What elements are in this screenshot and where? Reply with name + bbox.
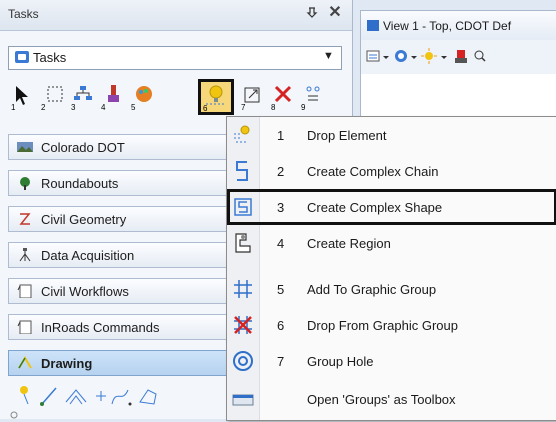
category-drawing[interactable]: Drawing xyxy=(8,350,240,376)
palette-icon[interactable]: 5 xyxy=(130,82,156,112)
view-attributes-icon[interactable] xyxy=(366,50,380,62)
tool-number: 4 xyxy=(101,103,106,112)
close-icon[interactable]: ✕ xyxy=(326,4,344,22)
chevron-down-icon[interactable]: ▼ xyxy=(323,50,334,62)
menu-item-number: 5 xyxy=(277,282,285,297)
task-dropdown-value: Tasks xyxy=(33,50,67,65)
place-point-icon[interactable] xyxy=(96,391,106,401)
menu-item-number: 1 xyxy=(277,128,285,143)
lighting-icon[interactable] xyxy=(421,48,437,64)
category-civil-geometry[interactable]: Civil Geometry xyxy=(8,206,240,232)
chevron-down-icon[interactable] xyxy=(441,56,447,59)
text-icon[interactable]: 9 xyxy=(300,82,326,112)
place-curve-icon[interactable] xyxy=(111,389,132,406)
tool-number: 8 xyxy=(271,103,276,112)
workflow-icon xyxy=(17,284,32,298)
tasks-icon xyxy=(15,51,29,63)
menu-item-label: Create Region xyxy=(307,236,391,251)
tasks-title: Tasks xyxy=(8,7,39,21)
menu-item-label: Group Hole xyxy=(307,354,374,369)
arrow-select-icon[interactable]: 1 xyxy=(10,82,36,112)
delete-x-icon[interactable]: 8 xyxy=(270,82,296,112)
tool-number: 5 xyxy=(131,103,136,112)
menu-item-add-to-graphic-group[interactable]: 5 Add To Graphic Group xyxy=(227,271,556,307)
category-inroads-commands[interactable]: InRoads Commands xyxy=(8,314,240,340)
menu-item-create-complex-shape[interactable]: 3 Create Complex Shape xyxy=(227,189,556,225)
drop-graphic-group-icon xyxy=(234,316,252,334)
place-arc-icon[interactable] xyxy=(65,389,87,405)
menu-item-number: 3 xyxy=(277,200,285,215)
view-window-icon xyxy=(367,20,379,31)
category-label: InRoads Commands xyxy=(41,320,160,335)
drawing-icon xyxy=(18,356,32,369)
menu-item-number: 6 xyxy=(277,318,285,333)
geometry-icon xyxy=(19,213,31,225)
tool-number: 6 xyxy=(203,104,208,112)
tool-number: 3 xyxy=(71,103,76,112)
menu-item-label: Add To Graphic Group xyxy=(307,282,437,297)
tool-number: 2 xyxy=(41,103,46,112)
place-smartline-icon[interactable] xyxy=(20,386,29,405)
menu-item-label: Drop From Graphic Group xyxy=(307,318,458,333)
fence-icon[interactable]: 2 xyxy=(40,82,66,112)
complex-shape-icon xyxy=(234,198,252,216)
menu-item-number: 4 xyxy=(277,236,285,251)
paintbrush-icon[interactable]: 4 xyxy=(100,82,126,112)
place-line-icon[interactable] xyxy=(40,387,57,406)
category-colorado-dot[interactable]: Colorado DOT xyxy=(8,134,240,160)
menu-item-number: 7 xyxy=(277,354,285,369)
menu-item-drop-from-graphic-group[interactable]: 6 Drop From Graphic Group xyxy=(227,307,556,343)
toolbox-icon xyxy=(232,394,254,406)
display-style-icon[interactable] xyxy=(395,50,407,62)
drawing-tools-row xyxy=(8,382,240,419)
category-label: Civil Workflows xyxy=(41,284,129,299)
category-label: Data Acquisition xyxy=(41,248,135,263)
graphic-group-icon xyxy=(234,280,252,298)
zoom-in-icon[interactable] xyxy=(474,50,486,62)
tool-number: 7 xyxy=(241,103,246,112)
menu-item-group-hole[interactable]: 7 Group Hole xyxy=(227,343,556,379)
view-title: View 1 - Top, CDOT Def xyxy=(383,19,512,33)
menu-item-label: Create Complex Chain xyxy=(307,164,439,179)
category-label: Drawing xyxy=(41,356,93,371)
category-civil-workflows[interactable]: Civil Workflows xyxy=(8,278,240,304)
pin-icon[interactable] xyxy=(304,6,320,22)
menu-item-label: Open 'Groups' as Toolbox xyxy=(307,392,456,407)
category-roundabouts[interactable]: Roundabouts xyxy=(8,170,240,196)
menu-item-drop-element[interactable]: 1 Drop Element xyxy=(227,117,556,153)
menu-item-label: Create Complex Shape xyxy=(307,200,443,215)
menu-item-create-complex-chain[interactable]: 2 Create Complex Chain xyxy=(227,153,556,189)
view-toolbar xyxy=(360,40,556,75)
group-hole-icon xyxy=(233,351,253,371)
tool-number: 9 xyxy=(301,103,306,112)
menu-item-create-region[interactable]: 4 Create Region xyxy=(227,225,556,261)
tool-number: 1 xyxy=(11,103,16,112)
view-tab[interactable]: View 1 - Top, CDOT Def xyxy=(360,10,556,42)
survey-icon xyxy=(19,248,31,262)
menu-item-number: 2 xyxy=(277,164,285,179)
roundabout-icon xyxy=(20,177,30,190)
menu-item-open-groups-toolbox[interactable]: Open 'Groups' as Toolbox xyxy=(227,381,556,417)
chevron-down-icon[interactable] xyxy=(383,56,389,59)
colorado-dot-icon xyxy=(17,142,33,152)
place-shape-icon[interactable] xyxy=(139,389,157,405)
menu-item-label: Drop Element xyxy=(307,128,387,143)
region-icon xyxy=(235,233,251,253)
complex-chain-icon xyxy=(236,161,248,181)
tasks-titlebar: Tasks ✕ xyxy=(0,0,352,31)
category-label: Civil Geometry xyxy=(41,212,127,227)
task-dropdown[interactable]: Tasks ▼ xyxy=(8,46,342,70)
category-label: Colorado DOT xyxy=(41,140,125,155)
inroads-icon xyxy=(17,320,32,334)
drop-element-tool-button[interactable]: 6 xyxy=(198,79,234,115)
chevron-down-icon[interactable] xyxy=(411,56,417,59)
drop-element-popup-menu: 1 Drop Element 2 Create Complex Chain 3 … xyxy=(226,116,556,421)
category-label: Roundabouts xyxy=(41,176,119,191)
scale-icon[interactable]: 7 xyxy=(240,82,266,112)
print-icon[interactable] xyxy=(455,50,467,63)
tree-icon[interactable]: 3 xyxy=(70,82,96,112)
drop-element-icon xyxy=(234,125,250,143)
category-data-acquisition[interactable]: Data Acquisition xyxy=(8,242,240,268)
